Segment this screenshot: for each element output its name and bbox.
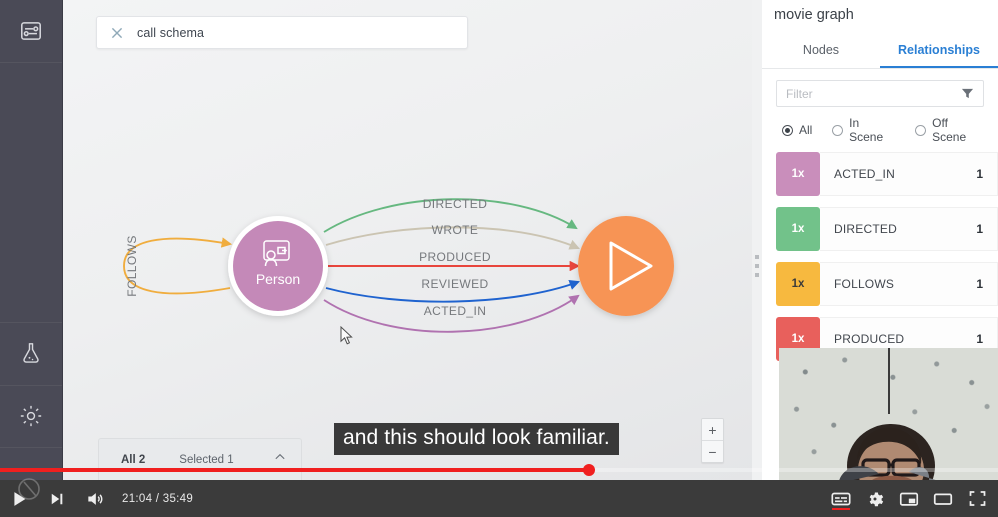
zoom-controls[interactable]: + − [701,418,724,463]
relationship-count: 1 [976,277,983,291]
subtitles-button[interactable] [824,480,858,517]
webcam-overlay [779,348,998,481]
filter-box[interactable] [776,80,984,107]
app-root: call schema FOLLOWS DIRECTED WROTE PRODU… [0,0,998,517]
graph-node-person[interactable]: Person [228,216,328,316]
edge-label-reviewed: REVIEWED [421,277,488,291]
sidebar-item-browser[interactable] [0,0,62,62]
miniplayer-button[interactable] [892,480,926,517]
time-display: 21:04 / 35:49 [122,492,194,505]
selection-summary-panel[interactable]: All 2 Selected 1 [98,438,302,480]
sidebar-divider-4 [0,447,62,448]
graph-canvas[interactable]: call schema FOLLOWS DIRECTED WROTE PRODU… [62,0,756,480]
relationship-badge[interactable]: 1x [776,207,820,251]
edge-label-acted-in: ACTED_IN [424,304,487,318]
edge-label-produced: PRODUCED [419,250,491,264]
relationship-row-body[interactable]: DIRECTED 1 [820,207,998,251]
webcam-person [839,424,939,481]
fullscreen-button[interactable] [960,480,994,517]
progress-played [0,468,589,472]
tab-nodes[interactable]: Nodes [762,43,880,68]
edge-follows[interactable] [123,237,233,295]
radio-option-all[interactable]: All [776,123,812,137]
scope-radio-group[interactable]: All In Scene Off Scene [762,107,998,144]
drag-dots [754,255,760,277]
radio-icon-off-scene[interactable] [915,124,927,136]
relationship-row-body[interactable]: FOLLOWS 1 [820,262,998,306]
summary-all-count: All 2 [121,453,146,466]
video-caption: and this should look familiar. [334,423,619,455]
relationship-count: 1 [976,167,983,181]
side-panel-tabs: Nodes Relationships [762,30,998,69]
filter-section [762,69,998,107]
relationship-name: PRODUCED [834,332,905,346]
relationship-name: ACTED_IN [834,167,895,181]
relationship-list: 1x ACTED_IN 1 1x DIRECTED 1 1x FOLLOWS 1 [762,144,998,361]
relationship-name: FOLLOWS [834,277,895,291]
graph-node-label-person: Person [256,271,300,287]
relationship-name: DIRECTED [834,222,897,236]
theater-button[interactable] [926,480,960,517]
subtitles-active-indicator [832,508,850,510]
relationship-row-body[interactable]: ACTED_IN 1 [820,152,998,196]
funnel-icon[interactable] [961,87,974,100]
radio-option-in-scene[interactable]: In Scene [826,116,895,144]
volume-button[interactable] [76,480,114,517]
panel-resize-handle[interactable] [752,0,762,480]
play-overlay-icon [6,475,54,515]
filter-input[interactable] [777,85,961,102]
radio-option-off-scene[interactable]: Off Scene [909,116,984,144]
sidebar-item-settings[interactable] [0,385,62,447]
flask-icon [18,340,44,366]
list-item[interactable]: 1x FOLLOWS 1 [776,262,998,306]
tab-relationships[interactable]: Relationships [880,43,998,68]
relationship-count: 1 [976,332,983,346]
sliders-icon [18,18,44,44]
radio-icon-in-scene[interactable] [832,124,844,136]
sidebar-divider-1 [0,62,62,63]
sidebar-item-lab[interactable] [0,322,62,384]
left-sidebar [0,0,63,480]
progress-bar[interactable] [0,464,998,476]
edge-label-directed: DIRECTED [423,197,488,211]
list-item[interactable]: 1x DIRECTED 1 [776,207,998,251]
summary-selected-count: Selected 1 [179,453,234,466]
radio-label-off-scene: Off Scene [932,116,967,144]
mouse-cursor [340,325,354,346]
settings-button[interactable] [858,480,892,517]
radio-icon-all[interactable] [782,124,793,136]
video-player-controls: 21:04 / 35:49 [0,464,998,517]
list-item[interactable]: 1x ACTED_IN 1 [776,152,998,196]
progress-scrubber[interactable] [582,464,595,476]
chevron-up-icon[interactable] [273,450,287,469]
relationship-badge[interactable]: 1x [776,262,820,306]
zoom-in-button[interactable]: + [702,419,723,441]
edge-label-wrote: WROTE [432,223,479,237]
radio-label-in-scene: In Scene [849,116,884,144]
graph-node-movie[interactable] [578,216,674,316]
relationship-badge[interactable]: 1x [776,152,820,196]
page-title: movie graph [774,7,854,23]
graph-diagram[interactable]: FOLLOWS DIRECTED WROTE PRODUCED REVIEWED [62,0,756,480]
edge-label-follows: FOLLOWS [125,235,139,296]
relationship-count: 1 [976,222,983,236]
radio-label-all: All [799,123,813,137]
gear-icon [18,403,44,429]
zoom-out-button[interactable]: − [702,441,723,462]
player-right-controls [824,480,994,517]
